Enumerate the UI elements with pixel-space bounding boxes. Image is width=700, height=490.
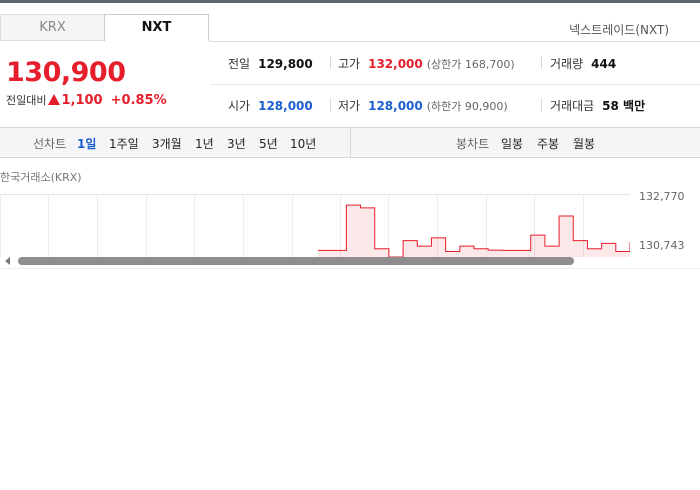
market-label: 넥스트레이드(NXT): [569, 23, 669, 37]
separator: [541, 98, 542, 111]
stat-value: 129,800: [258, 57, 313, 71]
up-triangle-icon: [48, 94, 61, 105]
stat-prev-close: 전일 129,800: [228, 55, 313, 72]
candle-weekly[interactable]: 주봉: [537, 135, 559, 152]
current-price: 130,900: [6, 57, 126, 88]
candle-daily[interactable]: 일봉: [501, 135, 523, 152]
stat-label: 거래량: [550, 57, 584, 71]
scroll-left-arrow-icon[interactable]: [5, 257, 10, 265]
separator: [330, 98, 331, 111]
line-chart-label[interactable]: 선차트: [33, 135, 66, 152]
stat-value: 128,000: [368, 99, 423, 113]
price-change: 전일대비 1,100 +0.85%: [6, 92, 167, 108]
scrollbar-track: [0, 268, 700, 269]
stats-divider: [210, 84, 700, 85]
candle-chart-label[interactable]: 봉차트: [456, 135, 489, 152]
change-label: 전일대비: [6, 94, 47, 107]
stat-label: 고가: [338, 57, 361, 71]
stat-value: 58 백만: [602, 99, 646, 113]
tab-krx[interactable]: KRX: [0, 14, 105, 41]
period-10y[interactable]: 10년: [290, 135, 316, 152]
stat-sub: (하한가 90,900): [426, 100, 508, 113]
period-1d[interactable]: 1일: [77, 135, 96, 152]
stat-sub: (상한가 168,700): [426, 58, 515, 71]
top-border: [0, 0, 700, 3]
stat-high: 고가 132,000 (상한가 168,700): [338, 55, 515, 72]
tab-underline: [209, 41, 700, 42]
change-percent: +0.85%: [110, 93, 167, 108]
period-1w[interactable]: 1주일: [109, 135, 139, 152]
candle-monthly[interactable]: 월봉: [573, 135, 595, 152]
stat-value: 128,000: [258, 99, 313, 113]
chart-title: 한국거래소(KRX): [0, 171, 82, 184]
separator: [541, 56, 542, 69]
stat-amount: 거래대금 58 백만: [550, 97, 645, 114]
period-3y[interactable]: 3년: [227, 135, 246, 152]
period-1y[interactable]: 1년: [195, 135, 214, 152]
price-chart: [0, 194, 630, 257]
toolbar-divider: [350, 127, 351, 158]
period-5y[interactable]: 5년: [259, 135, 278, 152]
stat-low: 저가 128,000 (하한가 90,900): [338, 97, 508, 114]
y-tick-label: 132,770: [639, 190, 685, 203]
change-amount: 1,100: [61, 93, 103, 108]
stat-label: 시가: [228, 99, 251, 113]
stat-volume: 거래량 444: [550, 55, 616, 72]
stat-value: 444: [591, 57, 617, 71]
price-chart-svg: [0, 195, 630, 257]
y-tick-label: 130,743: [639, 239, 685, 252]
stat-label: 전일: [228, 57, 251, 71]
period-3m[interactable]: 3개월: [152, 135, 182, 152]
stat-label: 거래대금: [550, 99, 595, 113]
horizontal-scrollbar-thumb[interactable]: [18, 257, 574, 265]
stat-label: 저가: [338, 99, 361, 113]
separator: [330, 56, 331, 69]
stat-value: 132,000: [368, 57, 423, 71]
tab-nxt[interactable]: NXT: [104, 14, 209, 41]
stat-open: 시가 128,000: [228, 97, 313, 114]
